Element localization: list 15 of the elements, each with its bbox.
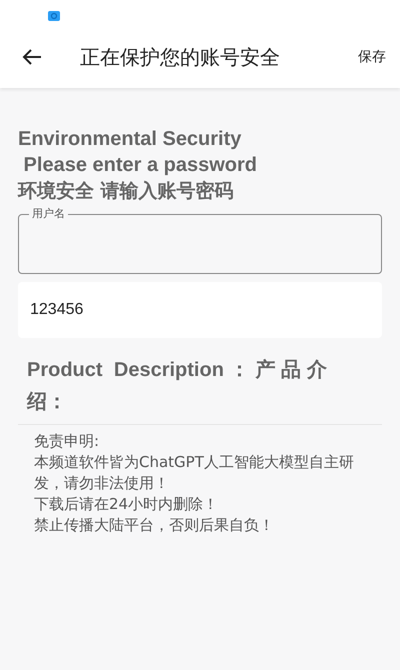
page-title: 正在保护您的账号安全 [80, 44, 281, 70]
disclaimer-line: 下载后请在24小时内删除！ [34, 494, 220, 515]
username-field[interactable]: 用户名 [18, 208, 382, 274]
heading-line: Environmental Security [18, 127, 242, 152]
disclaimer-line: 免责申明: [34, 431, 100, 452]
password-field[interactable]: 123456 [18, 282, 382, 338]
save-button[interactable]: 保存 [358, 48, 386, 66]
field-label: 用户名 [31, 208, 66, 220]
disclaimer-line: 本频道软件皆为ChatGPT人工智能大模型自主研发，请勿非法使用！ [34, 452, 355, 494]
disclaimer-line: 禁止传播大陆平台，否则后果自负！ [34, 515, 275, 536]
heading-line: 环境安全 请输入账号密码 [18, 179, 235, 204]
heading-line: Please enter a password [22, 153, 258, 178]
back-button[interactable] [22, 48, 42, 66]
section-title: Product Description：产品介绍： [27, 358, 327, 415]
app-icon [48, 10, 60, 22]
